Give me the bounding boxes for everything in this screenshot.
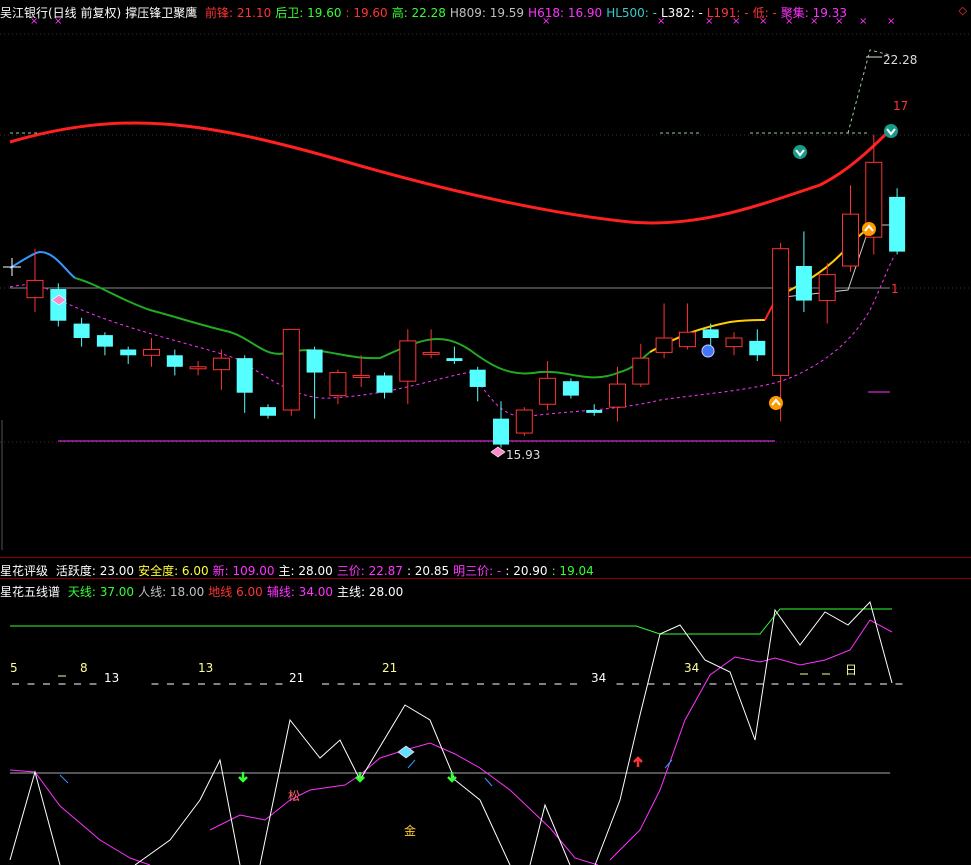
fu-line	[9, 619, 893, 865]
zhu-line	[9, 601, 893, 865]
level-number-label: 21	[382, 661, 397, 675]
level-number-label: 13	[198, 661, 213, 675]
trend-arrow-icon	[484, 777, 493, 787]
level-number-label: 5	[10, 661, 18, 675]
song-label: 松	[288, 789, 300, 803]
level-number-label: 13	[104, 671, 119, 685]
level-number-label: 8	[80, 661, 88, 675]
trend-arrow-icon	[59, 774, 69, 784]
five-line-indicator-chart[interactable]: 5 8 13 13 21 21 34 34 日松金	[0, 0, 971, 865]
level-number-label: 34	[684, 661, 699, 675]
up-arrow-icon	[633, 756, 643, 767]
ri-label: 日	[845, 663, 857, 677]
level-number-label: 21	[289, 671, 304, 685]
level-number-label: 34	[591, 671, 606, 685]
tian-line	[10, 608, 892, 635]
trend-arrow-icon	[407, 759, 416, 769]
jin-label: 金	[404, 823, 416, 838]
